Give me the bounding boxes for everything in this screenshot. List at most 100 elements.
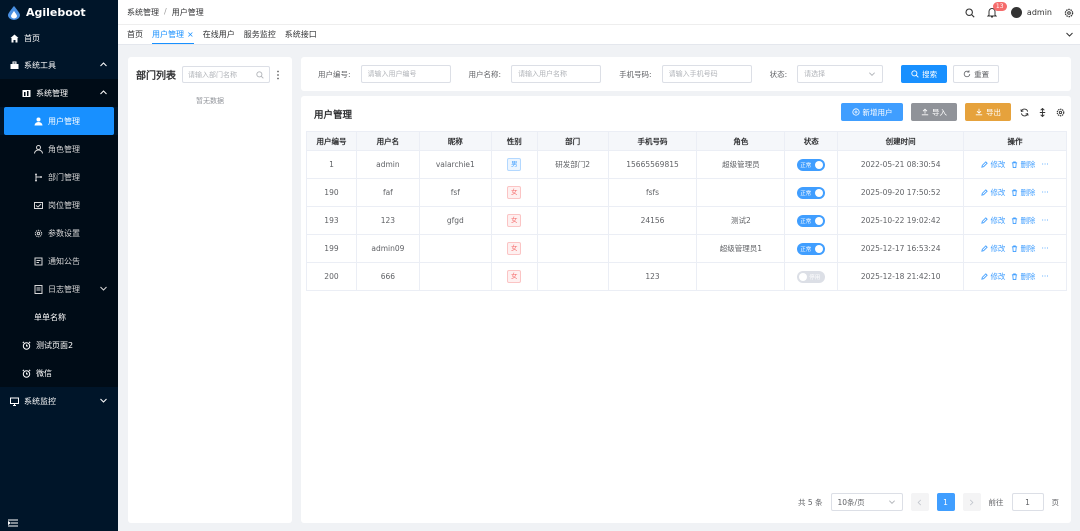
sidebar-item-label: 角色管理: [48, 144, 80, 154]
status-switch[interactable]: 正常: [797, 214, 826, 227]
delete-button[interactable]: 删除: [1011, 215, 1035, 226]
user-menu[interactable]: admin: [1010, 7, 1052, 18]
phone-input[interactable]: [661, 65, 752, 83]
search-icon: [911, 70, 919, 78]
density-icon[interactable]: [1037, 107, 1047, 117]
tab-api[interactable]: 系统接口: [285, 25, 317, 44]
sidebar-item-test2[interactable]: 测试页面2: [0, 331, 118, 359]
delete-label: 删除: [1020, 272, 1036, 281]
search-button[interactable]: 搜索: [901, 65, 948, 83]
tab-online-users[interactable]: 在线用户: [203, 25, 235, 44]
status-select[interactable]: 请选择: [797, 65, 884, 83]
sidebar-item-monitor[interactable]: 系统监控: [0, 387, 118, 415]
reset-button[interactable]: 重置: [953, 65, 1000, 83]
cell-phone: [607, 234, 698, 263]
breadcrumb-item[interactable]: 系统管理: [127, 7, 159, 18]
more-button[interactable]: ···: [1041, 244, 1048, 253]
sidebar-item-single[interactable]: 单单名称: [0, 303, 118, 331]
cell-username: admin: [355, 150, 420, 179]
sidebar-item-label: 部门管理: [48, 172, 80, 182]
chevron-down-icon: [888, 500, 895, 504]
more-button[interactable]: ···: [1041, 160, 1048, 169]
goto-page-input[interactable]: [1011, 493, 1044, 511]
sex-tag: 女: [506, 242, 522, 255]
status-switch[interactable]: 停用: [797, 270, 826, 283]
cell-role: [696, 262, 786, 291]
table-row: 193 123 gfgd 女 24156 测试2 正常 2025-10-22 1…: [306, 206, 1067, 235]
trash-icon: [1012, 161, 1018, 168]
tab-home[interactable]: 首页: [127, 25, 143, 44]
table-row: 200 666 女 123 停用 2025-12-18 21:42:10 修改 …: [306, 262, 1067, 291]
tab-users[interactable]: 用户管理 ×: [152, 25, 194, 44]
reset-button-label: 重置: [974, 69, 990, 79]
cell-dept: [536, 206, 609, 235]
add-user-button[interactable]: 新增用户: [841, 103, 903, 121]
status-switch[interactable]: 正常: [797, 242, 826, 255]
sidebar-item-users[interactable]: 用户管理: [4, 107, 114, 135]
sidebar-item-system[interactable]: 系统管理: [0, 79, 118, 107]
edit-button[interactable]: 修改: [981, 215, 1005, 226]
sidebar-item-label: 岗位管理: [48, 200, 80, 210]
user-id-input[interactable]: [360, 65, 451, 83]
edit-button[interactable]: 修改: [981, 243, 1005, 254]
sex-tag: 女: [506, 186, 522, 199]
delete-button[interactable]: 删除: [1011, 243, 1035, 254]
username-label: 用户名称:: [468, 69, 502, 79]
cell-role: 超级管理员: [696, 150, 786, 179]
more-button[interactable]: ···: [1041, 216, 1048, 225]
home-icon: [10, 34, 19, 43]
cell-status: 停用: [784, 262, 839, 291]
prev-page-button[interactable]: [910, 493, 929, 511]
settings-gear-icon[interactable]: [1064, 8, 1074, 18]
tab-close-icon[interactable]: ×: [187, 30, 194, 39]
sidebar-item-roles[interactable]: 角色管理: [0, 135, 118, 163]
dept-search[interactable]: [182, 66, 270, 83]
more-vertical-icon[interactable]: [276, 70, 280, 80]
delete-button[interactable]: 删除: [1011, 187, 1035, 198]
delete-button[interactable]: 删除: [1011, 159, 1035, 170]
edit-button[interactable]: 修改: [981, 271, 1005, 282]
username-input[interactable]: [511, 65, 602, 83]
sidebar-item-tools[interactable]: 系统工具: [0, 51, 118, 79]
export-button[interactable]: 导出: [965, 103, 1011, 121]
delete-button[interactable]: 删除: [1011, 271, 1035, 282]
cell-created: 2025-12-17 16:53:24: [837, 234, 965, 263]
sidebar-item-config[interactable]: 参数设置: [0, 219, 118, 247]
tabs-dropdown-chevron-icon[interactable]: [1065, 30, 1074, 39]
dept-search-input[interactable]: [188, 70, 254, 79]
sidebar-item-logs[interactable]: 日志管理: [0, 275, 118, 303]
next-page-button[interactable]: [962, 493, 981, 511]
sidebar-item-wechat[interactable]: 微信: [0, 359, 118, 387]
import-button[interactable]: 导入: [911, 103, 957, 121]
sidebar-item-depts[interactable]: 部门管理: [0, 163, 118, 191]
edit-button[interactable]: 修改: [981, 159, 1005, 170]
edit-button[interactable]: 修改: [981, 187, 1005, 198]
column-header: 用户编号: [306, 131, 357, 151]
tab-server-monitor[interactable]: 服务监控: [244, 25, 276, 44]
column-header: 状态: [784, 131, 839, 151]
import-label: 导入: [932, 107, 947, 117]
notification-bell[interactable]: 13: [986, 1, 1007, 19]
sidebar-item-posts[interactable]: 岗位管理: [0, 191, 118, 219]
refresh-icon: [963, 70, 971, 78]
page-size-select[interactable]: 10条/页: [830, 493, 903, 511]
column-settings-gear-icon[interactable]: [1055, 107, 1065, 117]
refresh-table-icon[interactable]: [1019, 107, 1029, 117]
cell-dept: [536, 178, 609, 207]
status-switch[interactable]: 正常: [797, 158, 826, 171]
logo[interactable]: Agileboot: [0, 0, 118, 25]
search-icon[interactable]: [965, 7, 975, 18]
more-button[interactable]: ···: [1041, 188, 1048, 197]
sidebar-item-label: 测试页面2: [36, 340, 74, 350]
status-switch[interactable]: 正常: [797, 186, 826, 199]
more-button[interactable]: ···: [1041, 272, 1048, 281]
sidebar-item-label: 单单名称: [34, 312, 66, 322]
page-number-button[interactable]: 1: [936, 493, 955, 511]
sidebar-item-notice[interactable]: 通知公告: [0, 247, 118, 275]
post-icon: [34, 201, 43, 210]
switch-knob: [815, 244, 824, 253]
user-icon: [34, 117, 43, 126]
collapse-sidebar-icon[interactable]: [8, 519, 18, 527]
cell-ops: 修改 删除 ···: [963, 262, 1067, 291]
sidebar-item-home[interactable]: 首页: [0, 25, 118, 51]
